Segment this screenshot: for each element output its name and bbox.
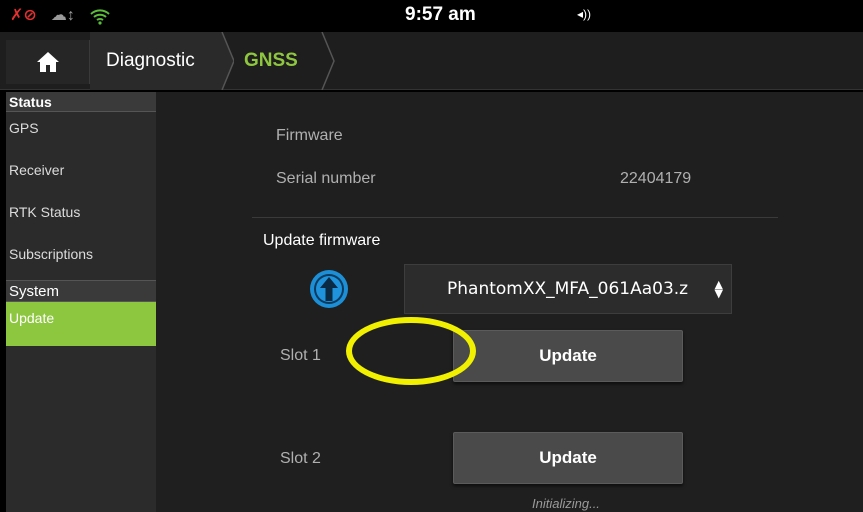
sidebar: Status GPS Receiver RTK Status Subscript… [6,92,156,512]
volume-icon: ◂)) [577,7,592,21]
home-icon [36,52,59,72]
sidebar-item-gps[interactable]: GPS [6,112,156,154]
select-chevron-icon: ▲ ▼ [714,278,723,300]
clock-time: 9:57 am [405,4,476,25]
sidebar-item-update[interactable]: Update [6,302,156,346]
wifi-icon [90,9,110,25]
sidebar-item-label: RTK Status [9,204,81,220]
serial-number-label: Serial number [276,170,376,187]
firmware-file-select-value: PhantomXX_MFA_061Aa03.z [447,279,689,299]
main-panel: Firmware Serial number 22404179 Update f… [156,92,863,512]
slot-2-update-button[interactable]: Update [453,432,683,484]
sidebar-item-receiver[interactable]: Receiver [6,154,156,196]
update-firmware-heading: Update firmware [263,232,381,249]
breadcrumb-diagnostic[interactable]: Diagnostic [90,32,222,90]
firmware-file-select[interactable]: PhantomXX_MFA_061Aa03.z ▲ ▼ [404,264,732,314]
sidebar-section-system: System [6,280,156,302]
gps-off-icon: ✗⊘ [10,7,37,24]
serial-number-value: 22404179 [620,170,692,187]
breadcrumb-diagnostic-label: Diagnostic [106,50,195,71]
slot-1-label: Slot 1 [280,347,321,364]
firmware-label: Firmware [276,127,343,144]
sidebar-item-label: GPS [9,120,39,136]
sidebar-item-label: Subscriptions [9,246,94,262]
upload-arrow-icon[interactable] [308,268,350,310]
cloud-sync-icon: ☁↕ [50,7,75,24]
slot-1-update-button-label: Update [539,346,597,365]
breadcrumb: Diagnostic GNSS [0,32,863,90]
breadcrumb-separator [321,32,335,90]
sidebar-item-label: Update [9,310,55,326]
divider [252,217,778,218]
slot-2-label: Slot 2 [280,450,321,467]
slot-1-update-button[interactable]: Update [453,330,683,382]
status-icons: ✗⊘ ☁↕ [10,6,111,26]
slot-2-status: Initializing... [532,496,600,511]
sidebar-item-subscriptions[interactable]: Subscriptions [6,238,156,280]
home-button[interactable] [6,40,90,84]
status-bar: ✗⊘ ☁↕ 9:57 am ◂)) [0,0,863,32]
sidebar-section-status: Status [6,92,156,112]
breadcrumb-gnss-label: GNSS [244,50,298,71]
sidebar-item-label: Receiver [9,162,65,178]
sidebar-item-rtk-status[interactable]: RTK Status [6,196,156,238]
slot-2-update-button-label: Update [539,448,597,467]
